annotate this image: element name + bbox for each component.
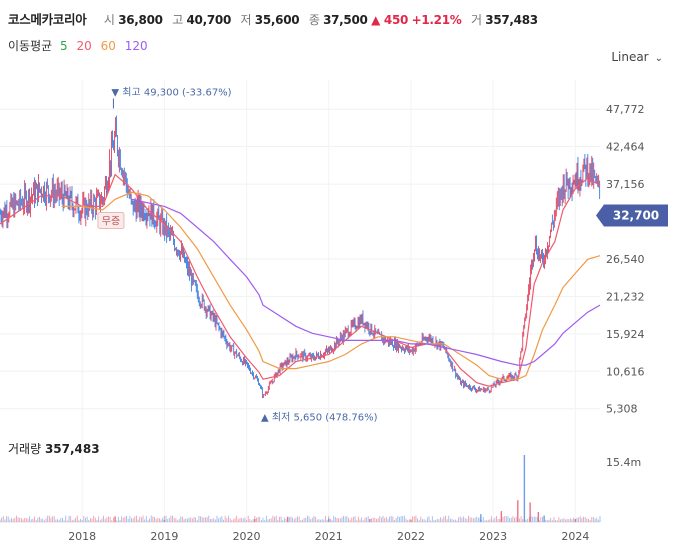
y-tick-label: 15,924 bbox=[606, 328, 645, 341]
y-tick-label: 42,464 bbox=[606, 141, 645, 154]
y-tick-label: 37,156 bbox=[606, 178, 645, 191]
price-bars bbox=[0, 115, 601, 399]
y-tick-label: 21,232 bbox=[606, 290, 645, 303]
x-tick-label: 2023 bbox=[479, 530, 507, 543]
y-axis: 47,772 42,464 37,156 26,540 21,232 15,924 10,6… bbox=[606, 103, 645, 415]
volume-axis-label: 15.4m bbox=[606, 456, 641, 469]
y-tick-label: 5,308 bbox=[606, 403, 638, 416]
y-tick-label: 10,616 bbox=[606, 365, 645, 378]
x-tick-label: 2019 bbox=[150, 530, 178, 543]
series-lines bbox=[0, 173, 601, 387]
ma-20-line bbox=[0, 173, 601, 387]
x-tick-label: 2020 bbox=[233, 530, 261, 543]
y-tick-label: 26,540 bbox=[606, 253, 645, 266]
y-tick-label: 47,772 bbox=[606, 103, 645, 116]
current-price-label: 32,700 bbox=[613, 209, 659, 223]
x-tick-label: 2022 bbox=[397, 530, 425, 543]
x-tick-label: 2021 bbox=[315, 530, 343, 543]
price-chart[interactable]: 15.4m 47,772 42,464 37,156 26,540 21,232 15,9… bbox=[0, 0, 675, 550]
high-annotation: ▼ 최고 49,300 (-33.67%) bbox=[111, 86, 231, 98]
volume-bars: 15.4m bbox=[0, 455, 641, 522]
x-tick-label: 2018 bbox=[68, 530, 96, 543]
x-tick-label: 2024 bbox=[561, 530, 589, 543]
low-annotation: ▲ 최저 5,650 (478.76%) bbox=[261, 411, 378, 423]
x-axis: 2018 2019 2020 2021 2022 2023 2024 bbox=[68, 530, 589, 543]
grid-lines bbox=[0, 80, 600, 523]
event-marker-label: 무증 bbox=[102, 215, 120, 227]
